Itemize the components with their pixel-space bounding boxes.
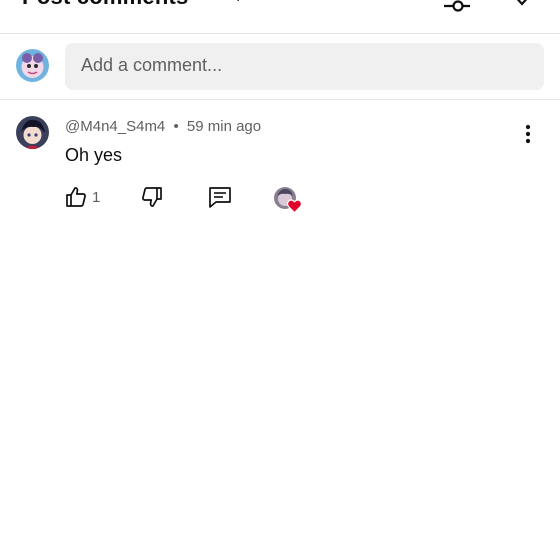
meta-separator: • xyxy=(173,118,179,135)
comment-time: 59 min ago xyxy=(186,118,262,135)
comment-composer: Add a comment... xyxy=(0,34,560,100)
comment-item: @M4n4_S4m4 • 59 min ago Oh yes 1 xyxy=(0,100,560,230)
filter-icon[interactable] xyxy=(442,0,472,16)
more-options-icon[interactable] xyxy=(518,122,538,146)
thumb-up-icon xyxy=(64,187,88,213)
reply-button[interactable] xyxy=(207,185,233,213)
comment-meta: @M4n4_S4m4 • 59 min ago xyxy=(65,118,261,135)
comments-header: Post comments 4 xyxy=(0,0,560,34)
avatar[interactable] xyxy=(16,116,49,149)
comment-input[interactable]: Add a comment... xyxy=(65,43,544,90)
comment-text: Oh yes xyxy=(65,145,123,165)
avatar xyxy=(16,49,49,82)
thumb-down-icon xyxy=(140,187,164,213)
reply-icon xyxy=(207,187,233,213)
comment-author[interactable]: @M4n4_S4m4 xyxy=(65,118,165,135)
like-count: 1 xyxy=(92,189,101,206)
comment-count: 4 xyxy=(232,0,241,6)
dislike-button[interactable] xyxy=(140,185,166,213)
like-button[interactable]: 1 xyxy=(64,185,104,213)
page-title: Post comments xyxy=(22,0,188,10)
heart-icon xyxy=(286,199,303,214)
creator-heart-icon xyxy=(274,187,304,215)
close-icon[interactable] xyxy=(508,0,536,16)
